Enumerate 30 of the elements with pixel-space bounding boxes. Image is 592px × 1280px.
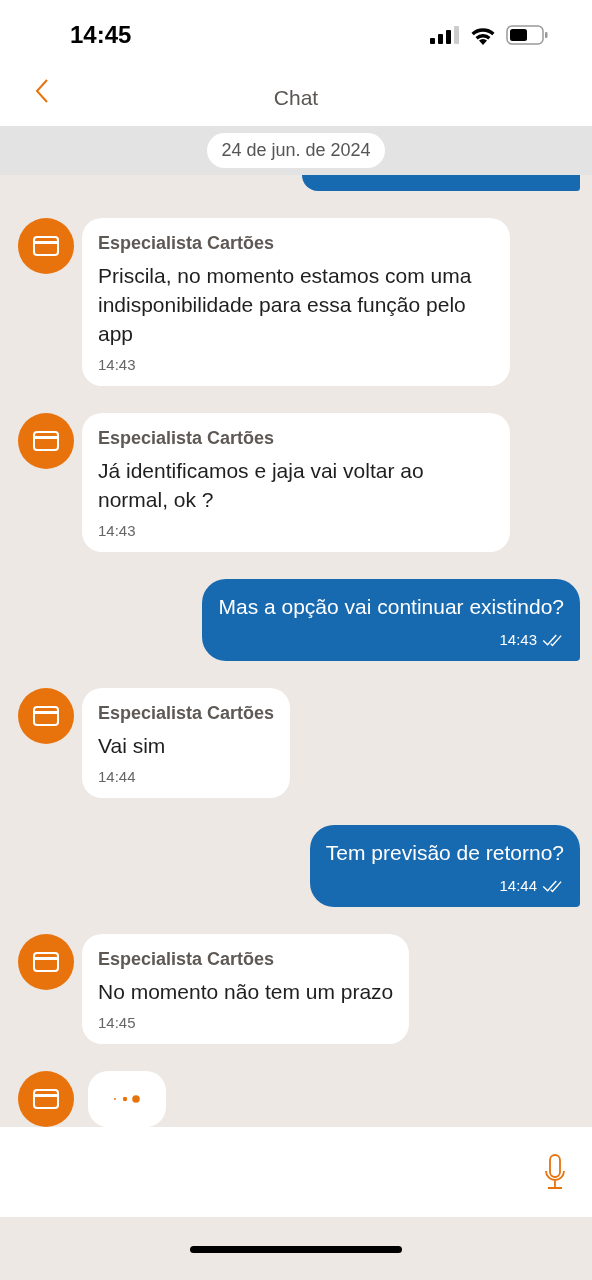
message-text: Já identificamos e jaja vai voltar ao normal, ok ?: [98, 458, 425, 513]
message-time: 14:44: [499, 877, 537, 895]
battery-icon: [506, 25, 548, 45]
wifi-icon: [470, 25, 496, 45]
screen-title: Chat: [273, 86, 319, 110]
message-text: Vai sim: [98, 733, 167, 759]
microphone-icon[interactable]: [544, 1154, 566, 1190]
signal-icon: [430, 26, 460, 44]
sender-name: Especialista Cartões: [98, 948, 276, 970]
message-time: 14:45: [98, 1014, 137, 1032]
sender-name: Especialista Cartões: [98, 427, 276, 449]
message-text: Tem previsão de retorno?: [325, 840, 564, 866]
message-time: 14:43: [98, 522, 137, 540]
message-text: Priscila, no momento estamos com uma indisponibilidade para essa função pelo app: [98, 263, 473, 347]
message-time: 14:43: [499, 631, 537, 649]
back-icon[interactable]: [34, 78, 50, 104]
sender-name: Especialista Cartões: [98, 232, 276, 254]
credit-card-icon: [32, 235, 60, 257]
sender-name: Especialista Cartões: [98, 702, 275, 724]
message-time: 14:44: [98, 768, 137, 786]
message-time: 14:43: [98, 356, 137, 374]
message-text: Mas a opção vai continuar existindo?: [218, 594, 564, 620]
credit-card-icon: [32, 951, 60, 973]
credit-card-icon: [32, 705, 60, 727]
message-text: No momento não tem um prazo: [98, 979, 394, 1005]
credit-card-icon: [32, 1088, 60, 1110]
status-time: 14:45: [70, 21, 132, 49]
credit-card-icon: [32, 430, 60, 452]
typing-dots-icon: [113, 1094, 141, 1104]
date-chip: 24 de jun. de 2024: [207, 133, 385, 168]
